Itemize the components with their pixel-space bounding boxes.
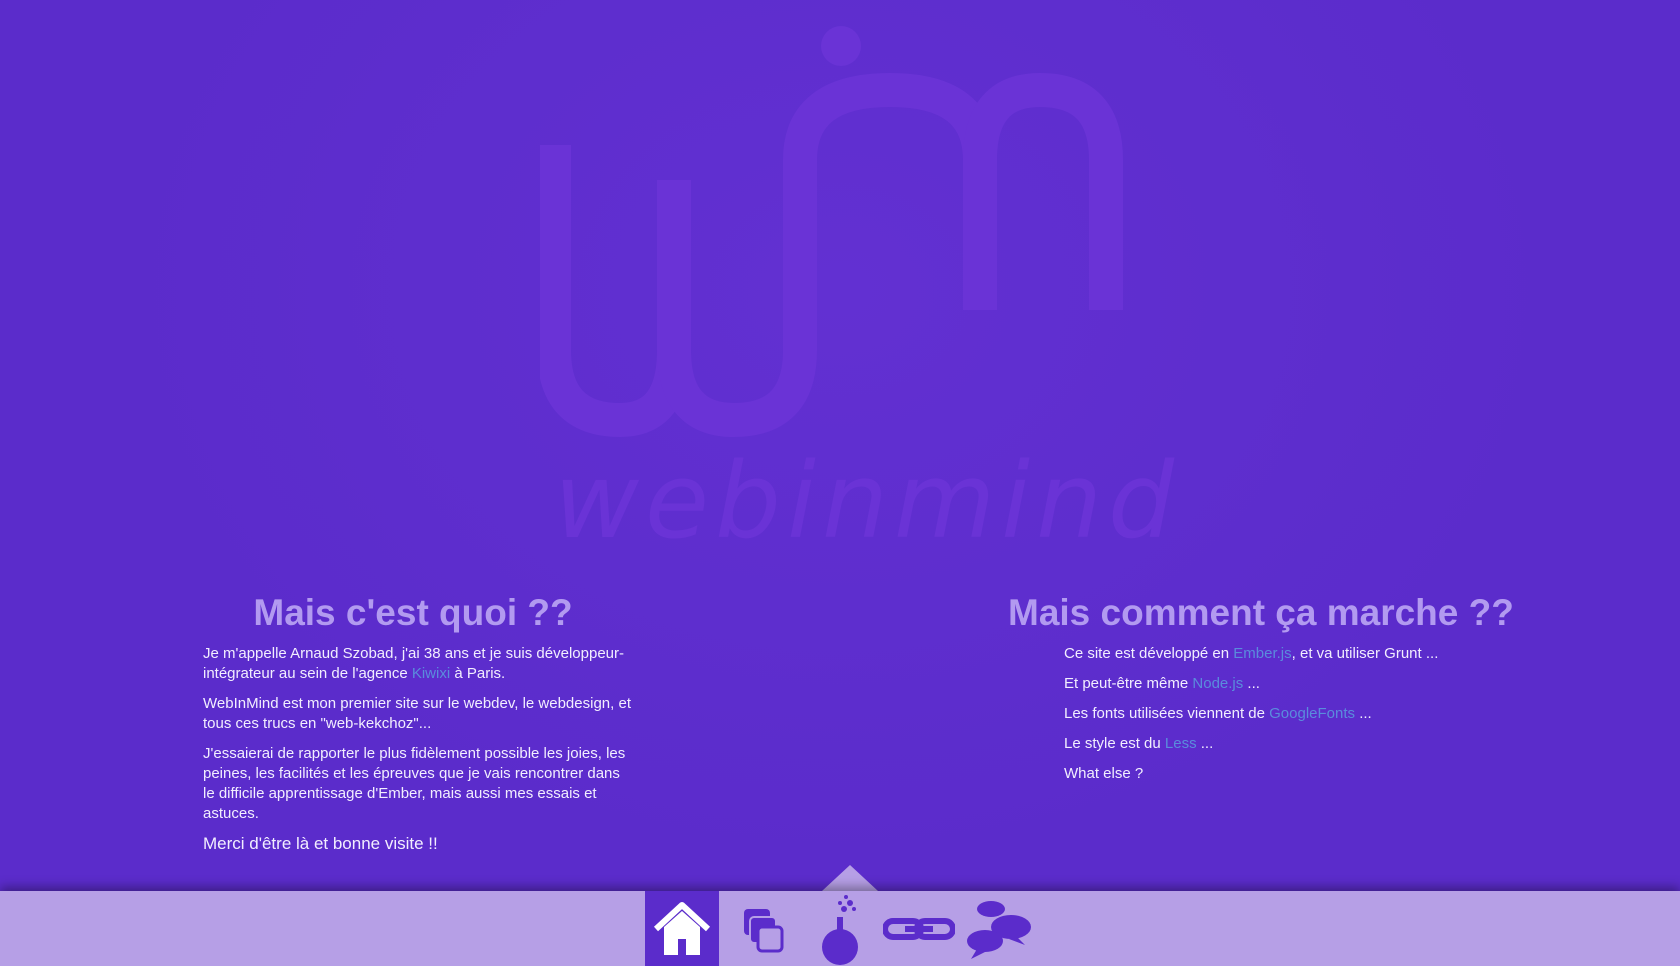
about-paragraph-3: J'essaierai de rapporter le plus fidèlem…	[203, 745, 626, 822]
list-item: Le style est du Less ...	[1064, 734, 1550, 754]
nav-pointer	[822, 865, 878, 891]
item-text: Les fonts utilisées viennent de	[1064, 705, 1270, 722]
list-item: Les fonts utilisées viennent de GoogleFo…	[1064, 704, 1550, 724]
list-item: Ce site est développé en Ember.js, et va…	[1064, 644, 1550, 664]
item-text: What else ?	[1064, 765, 1144, 782]
item-text: , et va utiliser Grunt ...	[1291, 645, 1439, 662]
bottom-nav	[0, 891, 1680, 966]
chain-link-icon	[883, 917, 955, 940]
nav-links[interactable]	[882, 891, 956, 966]
item-text: Et peut-être même	[1064, 675, 1193, 692]
about-heading: Mais c'est quoi ??	[253, 592, 573, 633]
about-p1-end: à Paris.	[450, 665, 506, 682]
nodejs-link[interactable]: Node.js	[1192, 675, 1243, 692]
nav-home[interactable]	[645, 891, 719, 966]
lab-flask-icon	[822, 894, 858, 965]
how-list: Ce site est développé en Ember.js, et va…	[1064, 644, 1550, 784]
googlefonts-link[interactable]: GoogleFonts	[1269, 705, 1355, 722]
about-paragraph-1: Je m'appelle Arnaud Szobad, j'ai 38 ans …	[203, 644, 633, 684]
nav-gallery[interactable]	[725, 891, 799, 966]
about-paragraph-2: WebInMind est mon premier site sur le we…	[203, 695, 631, 732]
nav-lab[interactable]	[803, 891, 877, 966]
item-text: ...	[1196, 735, 1214, 752]
less-link[interactable]: Less	[1165, 735, 1197, 752]
item-text: ...	[1355, 705, 1372, 722]
home-icon	[653, 901, 711, 955]
about-section: Mais c'est quoi ?? Je m'appelle Arnaud S…	[203, 592, 633, 854]
about-closing: Merci d'être là et bonne visite !!	[203, 834, 438, 853]
item-text: Le style est du	[1064, 735, 1165, 752]
list-item: Et peut-être même Node.js ...	[1064, 674, 1550, 694]
emberjs-link[interactable]: Ember.js	[1233, 645, 1291, 662]
chat-bubbles-icon	[967, 900, 1031, 959]
list-item: What else ?	[1064, 764, 1550, 784]
gallery-icon	[744, 908, 784, 952]
item-text: Ce site est développé en	[1064, 645, 1234, 662]
kiwixi-link[interactable]: Kiwixi	[412, 665, 450, 682]
nav-contact[interactable]	[962, 891, 1036, 966]
how-heading: Mais comment ça marche ??	[1008, 592, 1514, 633]
page: webinmind Mais c'est quoi ?? Je m'appell…	[0, 0, 1680, 966]
how-section: Mais comment ça marche ?? Ce site est dé…	[990, 592, 1550, 794]
logo-wordmark: webinmind	[554, 440, 1180, 562]
item-text: ...	[1243, 675, 1260, 692]
